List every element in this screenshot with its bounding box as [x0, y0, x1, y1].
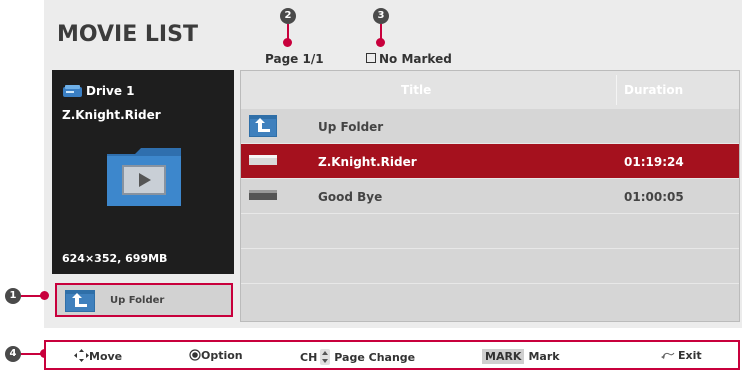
- up-folder-button[interactable]: Up Folder: [55, 283, 233, 317]
- marked-status: No Marked: [366, 52, 452, 66]
- callout-4: 4: [5, 346, 21, 362]
- list-header: Title Duration: [241, 71, 739, 109]
- arrows-icon: [74, 349, 89, 362]
- callout-2: 2: [280, 8, 296, 24]
- option-hint: Option: [189, 349, 243, 362]
- row-divider: [241, 283, 739, 284]
- drive-label: Drive 1: [86, 84, 135, 98]
- marked-label: No Marked: [379, 52, 452, 66]
- page-title: MOVIE LIST: [57, 22, 198, 47]
- list-item-name: Up Folder: [318, 120, 384, 134]
- callout-2-dot: [283, 38, 292, 47]
- video-folder-icon: [107, 148, 181, 206]
- mark-label: Mark: [528, 350, 560, 363]
- page-change-hint: CH Page Change: [300, 349, 415, 365]
- mark-key-badge: MARK: [482, 349, 525, 364]
- list-item[interactable]: Good Bye 01:00:05: [241, 179, 739, 213]
- move-label: Move: [89, 350, 123, 363]
- list-item-duration: 01:19:24: [624, 155, 684, 169]
- list-item-name: Z.Knight.Rider: [318, 155, 417, 169]
- option-label: Option: [201, 349, 243, 362]
- row-divider: [241, 248, 739, 249]
- page-indicator: Page 1/1: [265, 52, 324, 66]
- checkbox-icon: [366, 53, 376, 63]
- callout-3-dot: [376, 38, 385, 47]
- mark-hint: MARK Mark: [482, 349, 560, 364]
- list-item-selected[interactable]: Z.Knight.Rider 01:19:24: [241, 144, 739, 178]
- column-divider: [616, 75, 617, 105]
- video-file-icon: [249, 155, 277, 165]
- callout-1-dot: [40, 291, 49, 300]
- list-item-name: Good Bye: [318, 190, 383, 204]
- up-folder-icon: [65, 290, 95, 312]
- ch-label: CH: [300, 351, 318, 364]
- page-change-label: Page Change: [334, 351, 416, 364]
- up-folder-icon: [249, 115, 277, 137]
- ch-updown-icon: [320, 349, 331, 365]
- drive-icon: [63, 85, 82, 97]
- callout-3: 3: [373, 8, 389, 24]
- column-title: Title: [401, 83, 432, 97]
- ok-button-icon: [189, 349, 201, 361]
- callout-1: 1: [5, 288, 21, 304]
- back-icon: [661, 352, 675, 359]
- exit-hint: Exit: [661, 349, 702, 362]
- up-folder-button-label: Up Folder: [110, 295, 165, 306]
- list-item-duration: 01:00:05: [624, 190, 684, 204]
- exit-label: Exit: [678, 349, 702, 362]
- preview-pane: Drive 1 Z.Knight.Rider 624×352, 699MB: [52, 70, 234, 274]
- file-list: Title Duration Up Folder Z.Knight.Rider …: [240, 70, 740, 322]
- bottom-help-bar: Move Option CH Page Change MARK Mark Exit: [44, 340, 740, 370]
- column-duration: Duration: [624, 83, 684, 97]
- preview-filename: Z.Knight.Rider: [62, 108, 161, 122]
- move-hint: Move: [74, 349, 122, 363]
- video-file-icon: [249, 190, 277, 200]
- preview-meta: 624×352, 699MB: [62, 252, 168, 265]
- row-divider: [241, 213, 739, 214]
- list-item-up-folder[interactable]: Up Folder: [241, 109, 739, 143]
